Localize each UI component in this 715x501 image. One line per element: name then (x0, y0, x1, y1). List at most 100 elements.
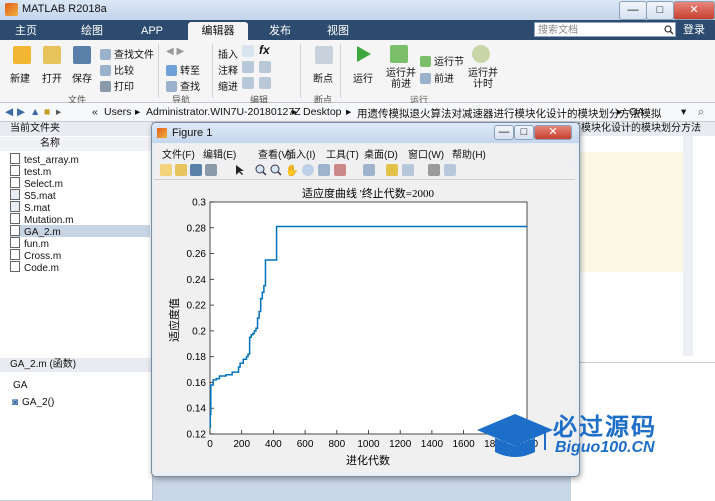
nav-up-icon[interactable]: ▲ (30, 106, 40, 118)
save-button[interactable]: 保存 (72, 70, 92, 85)
print-figure-icon[interactable] (205, 164, 217, 176)
new-button[interactable]: 新建 (10, 70, 30, 85)
editor-code-area[interactable] (571, 152, 684, 272)
file-item[interactable]: test_array.m (10, 153, 150, 166)
x-tick-label: 400 (265, 439, 282, 450)
tab-plots[interactable]: 绘图 (70, 22, 114, 40)
hide-plot-tools-icon[interactable] (428, 164, 440, 176)
legend-icon[interactable] (402, 164, 414, 176)
zoom-out-icon[interactable] (270, 164, 282, 176)
print-button[interactable]: 打印 (100, 78, 134, 93)
link-plot-icon[interactable] (363, 164, 375, 176)
insert-section-icon[interactable] (242, 45, 254, 57)
run-advance-button[interactable]: 运行并 前进 (386, 68, 416, 90)
goto-button[interactable]: 转至 (166, 62, 200, 77)
pan-icon[interactable]: ✋ (285, 164, 299, 177)
insert-button[interactable]: 插入 (218, 46, 238, 61)
file-item[interactable]: Cross.m (10, 249, 150, 262)
figure-menu-bar: 文件(F) 编辑(E) 查看(V) 插入(I) 工具(T) 桌面(D) 窗口(W… (154, 144, 575, 161)
uncomment-icon[interactable] (259, 61, 271, 73)
compare-button[interactable]: 比较 (100, 62, 134, 77)
path-segment[interactable]: 用遗传模拟退火算法对减速器进行模块化设计的模块划分方法模拟 (357, 106, 662, 121)
editor-tab[interactable]: 行模块化设计的模块划分方法 (571, 122, 715, 136)
run-section-button[interactable]: 运行节 (420, 53, 464, 68)
new-figure-icon[interactable] (160, 164, 172, 176)
m-file-icon (10, 237, 20, 248)
save-figure-icon[interactable] (190, 164, 202, 176)
function-icon[interactable]: fx (259, 43, 270, 57)
y-tick-label: 0.16 (187, 378, 207, 389)
watermark-main-text: 必过源码 (553, 414, 657, 441)
file-item[interactable]: S.mat (10, 201, 150, 214)
open-button[interactable]: 打开 (42, 70, 62, 85)
figure-close-button[interactable]: ✕ (534, 125, 572, 140)
file-item-selected[interactable]: GA_2.m (10, 225, 150, 238)
file-item[interactable]: Code.m (10, 261, 150, 274)
tab-editor[interactable]: 编辑器 (188, 22, 248, 40)
minimize-button[interactable]: — (619, 1, 647, 20)
back-forward-buttons[interactable]: ◀ ▶ (166, 46, 184, 57)
browse-icon[interactable]: ▸ (56, 106, 61, 118)
search-input[interactable]: 搜索文档 (534, 22, 676, 37)
path-segment[interactable]: Administrator.WIN7U-20180127Z (146, 106, 301, 118)
run-and-time-button[interactable]: 运行并 计时 (468, 68, 498, 90)
path-dropdown-icon[interactable]: ▾ (681, 106, 686, 118)
close-button[interactable]: ✕ (673, 1, 715, 20)
file-item[interactable]: S5.mat (10, 189, 150, 202)
figure-maximize-button[interactable]: □ (514, 125, 534, 140)
editor-scrollbar[interactable] (683, 136, 693, 356)
data-cursor-icon[interactable] (318, 164, 330, 176)
tab-home[interactable]: 主页 (4, 22, 48, 40)
file-item[interactable]: Select.m (10, 177, 150, 190)
brush-icon[interactable] (334, 164, 346, 176)
nav-forward-icon[interactable]: ▶ (17, 106, 25, 118)
run-button[interactable]: 运行 (353, 70, 373, 85)
breakpoints-button[interactable]: 断点 (313, 70, 333, 85)
path-search-icon[interactable]: ⌕ (698, 106, 704, 119)
m-file-icon (10, 213, 20, 224)
find-button[interactable]: 查找 (166, 78, 200, 93)
zoom-in-icon[interactable] (255, 164, 267, 176)
run-advance-icon (390, 45, 408, 63)
tab-view[interactable]: 视图 (316, 22, 360, 40)
details-function-item[interactable]: ◙ GA_2() (12, 397, 54, 408)
file-item[interactable]: Mutation.m (10, 213, 150, 226)
comment-button[interactable]: 注释 (218, 62, 238, 77)
menu-help[interactable]: 帮助(H) (452, 146, 486, 161)
toolstrip-tabs: 主页 绘图 APP 编辑器 发布 视图 搜索文档 登录 (0, 20, 715, 40)
file-item[interactable]: test.m (10, 165, 150, 178)
menu-window[interactable]: 窗口(W) (408, 146, 444, 161)
address-bar[interactable]: ◀ ▶ ▲ ■ ▸ « Users ▸ Administrator.WIN7U-… (0, 103, 715, 122)
login-link[interactable]: 登录 (683, 22, 705, 38)
search-icon[interactable] (664, 25, 674, 35)
x-tick-label: 1600 (452, 439, 475, 450)
smart-indent-icon[interactable] (242, 77, 254, 89)
tab-publish[interactable]: 发布 (258, 22, 302, 40)
y-tick-label: 0.18 (187, 352, 207, 363)
indent-button[interactable]: 缩进 (218, 78, 238, 93)
ribbon: 新建 打开 保存 查找文件 比较 打印 文件 ◀ ▶ 转至 查找 导航 插入 注… (0, 40, 715, 105)
path-segment[interactable]: GA (629, 106, 644, 118)
indent-icon[interactable] (259, 77, 271, 89)
rotate-3d-icon[interactable] (302, 164, 314, 176)
pointer-icon[interactable] (234, 164, 246, 176)
maximize-button[interactable]: □ (646, 1, 674, 20)
file-item[interactable]: fun.m (10, 237, 150, 250)
menu-tools[interactable]: 工具(T) (326, 146, 359, 161)
menu-edit[interactable]: 编辑(E) (203, 146, 236, 161)
show-plot-tools-icon[interactable] (444, 164, 456, 176)
nav-back-icon[interactable]: ◀ (5, 106, 13, 118)
name-column-header[interactable]: 名称 (0, 137, 152, 151)
open-file-icon[interactable] (175, 164, 187, 176)
comment-icon[interactable] (242, 61, 254, 73)
figure-minimize-button[interactable]: — (494, 125, 514, 140)
menu-desktop[interactable]: 桌面(D) (364, 146, 398, 161)
find-files-button[interactable]: 查找文件 (100, 46, 154, 61)
path-segment[interactable]: Users (104, 106, 131, 118)
tab-apps[interactable]: APP (130, 22, 174, 40)
advance-button[interactable]: 前进 (420, 70, 454, 85)
path-segment[interactable]: Desktop (303, 106, 342, 118)
menu-insert[interactable]: 插入(I) (286, 146, 315, 161)
menu-file[interactable]: 文件(F) (162, 146, 195, 161)
colorbar-icon[interactable] (386, 164, 398, 176)
